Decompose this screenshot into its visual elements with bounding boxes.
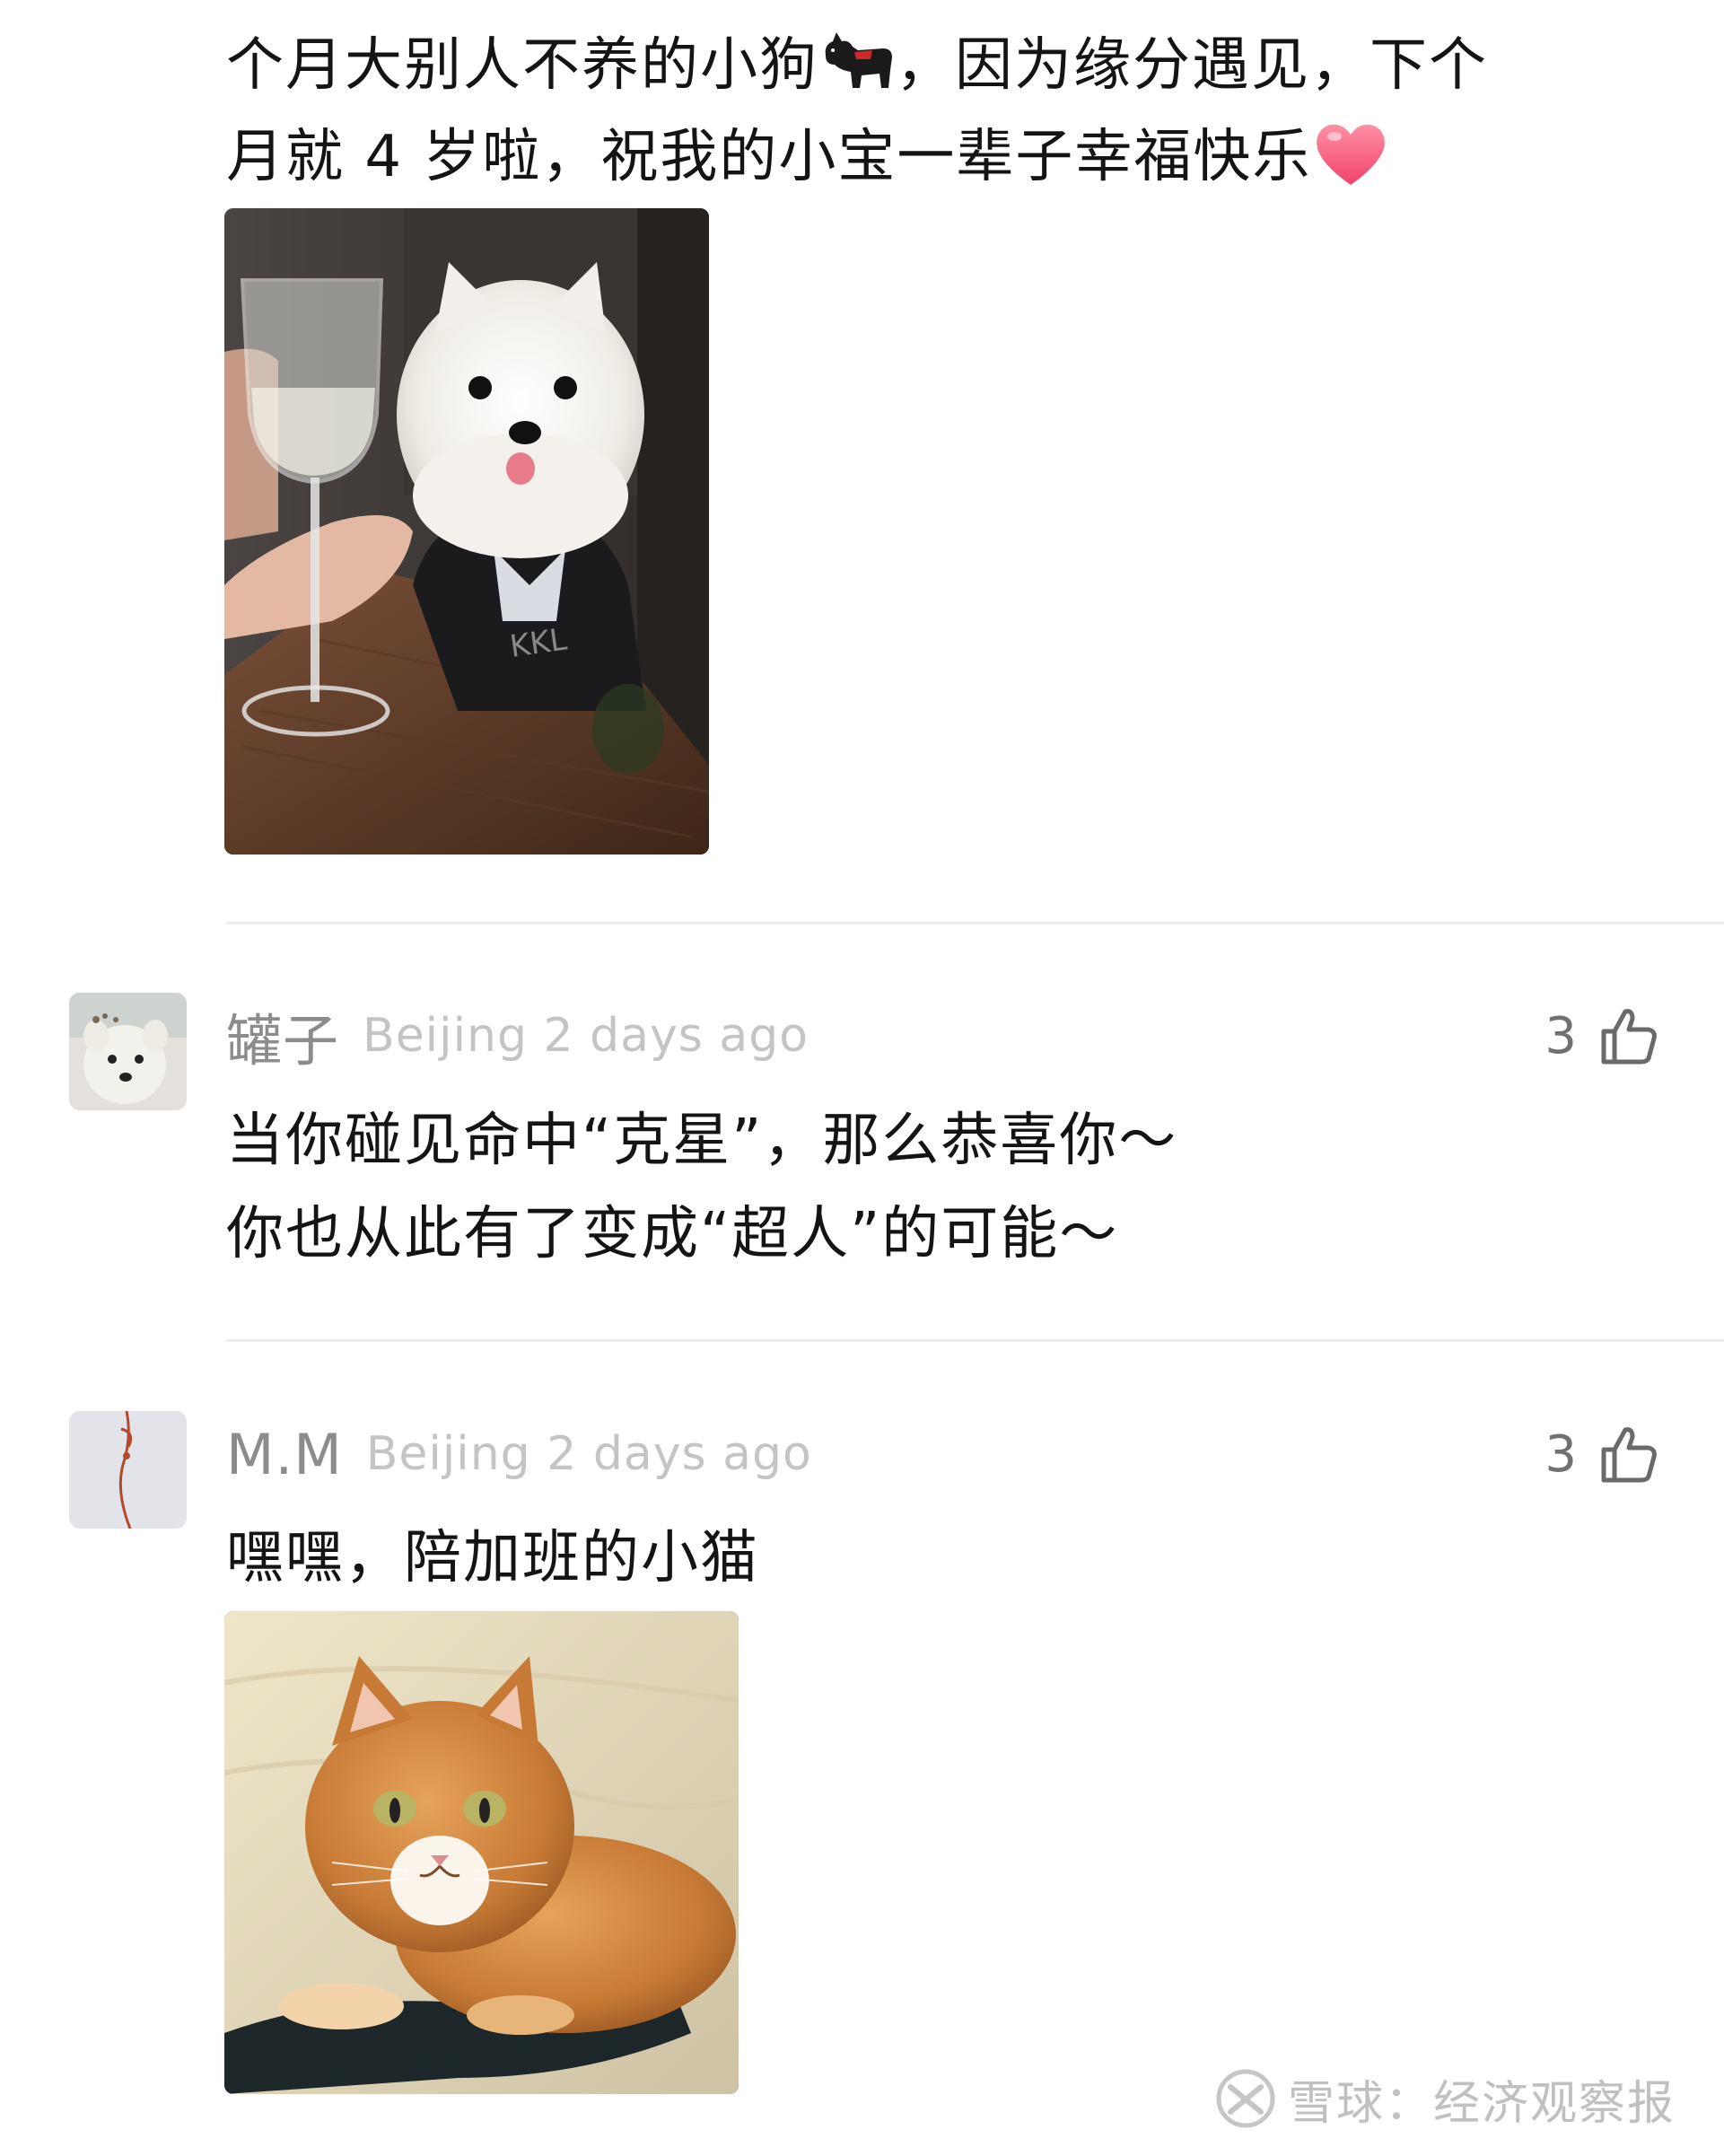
- post-text-line-1: 个月大别人不养的小狗 ，因为缘分遇见，下个: [226, 20, 1626, 111]
- comment-divider: [226, 922, 1724, 925]
- post-text: 个月大别人不养的小狗 ，因为缘分遇见，下个 月就 4 岁啦，祝我的小宝一辈子幸福…: [226, 20, 1626, 203]
- comment-author[interactable]: 罐子: [226, 995, 339, 1076]
- like-count: 3: [1545, 1006, 1577, 1065]
- comment-header: M.M Beijing 2 days ago: [226, 1418, 812, 1490]
- comment-header: 罐子 Beijing 2 days ago: [226, 1000, 809, 1074]
- watermark: 雪球：经济观察报: [1214, 2064, 1676, 2133]
- comment-text: 当你碰见命中“克星”，那么恭喜你～ 你也从此有了变成“超人”的可能～: [226, 1094, 1177, 1281]
- post-text-segment: 个月大别人不养的小狗: [226, 32, 818, 99]
- comment-text: 嘿嘿，陪加班的小猫: [226, 1512, 759, 1605]
- snowball-logo-icon: [1214, 2067, 1277, 2130]
- like-button[interactable]: 3: [1545, 1418, 1659, 1490]
- cat-photo[interactable]: [224, 1611, 739, 2094]
- avatar[interactable]: [69, 1411, 187, 1529]
- post-text-segment: 月就 4 岁啦，祝我的小宝一辈子幸福快乐: [226, 124, 1312, 190]
- post-text-segment: ，因为缘分遇见，下个: [896, 32, 1488, 99]
- thumbs-up-icon[interactable]: [1597, 1423, 1659, 1486]
- comment-meta: Beijing 2 days ago: [365, 1427, 812, 1481]
- comment-divider: [226, 1339, 1724, 1342]
- comment-meta: Beijing 2 days ago: [363, 1009, 809, 1063]
- dog-emoji-icon: [818, 27, 896, 90]
- avatar[interactable]: [69, 993, 187, 1110]
- comment-line: 你也从此有了变成“超人”的可能～: [226, 1201, 1119, 1267]
- like-count: 3: [1545, 1424, 1577, 1484]
- watermark-text: 雪球：经济观察报: [1287, 2076, 1676, 2131]
- post-text-line-2: 月就 4 岁啦，祝我的小宝一辈子幸福快乐: [226, 111, 1626, 203]
- dog-photo[interactable]: KKL: [224, 208, 709, 855]
- comment-line: 当你碰见命中“克星”，那么恭喜你～: [226, 1108, 1178, 1174]
- heart-emoji-icon: [1311, 117, 1390, 188]
- like-button[interactable]: 3: [1545, 1000, 1659, 1072]
- comment-feed: 个月大别人不养的小狗 ，因为缘分遇见，下个 月就 4 岁啦，祝我的小宝一辈子幸福…: [0, 0, 1724, 2156]
- comment-author[interactable]: M.M: [226, 1422, 343, 1487]
- thumbs-up-icon[interactable]: [1597, 1004, 1659, 1067]
- comment-line: 嘿嘿，陪加班的小猫: [226, 1525, 759, 1591]
